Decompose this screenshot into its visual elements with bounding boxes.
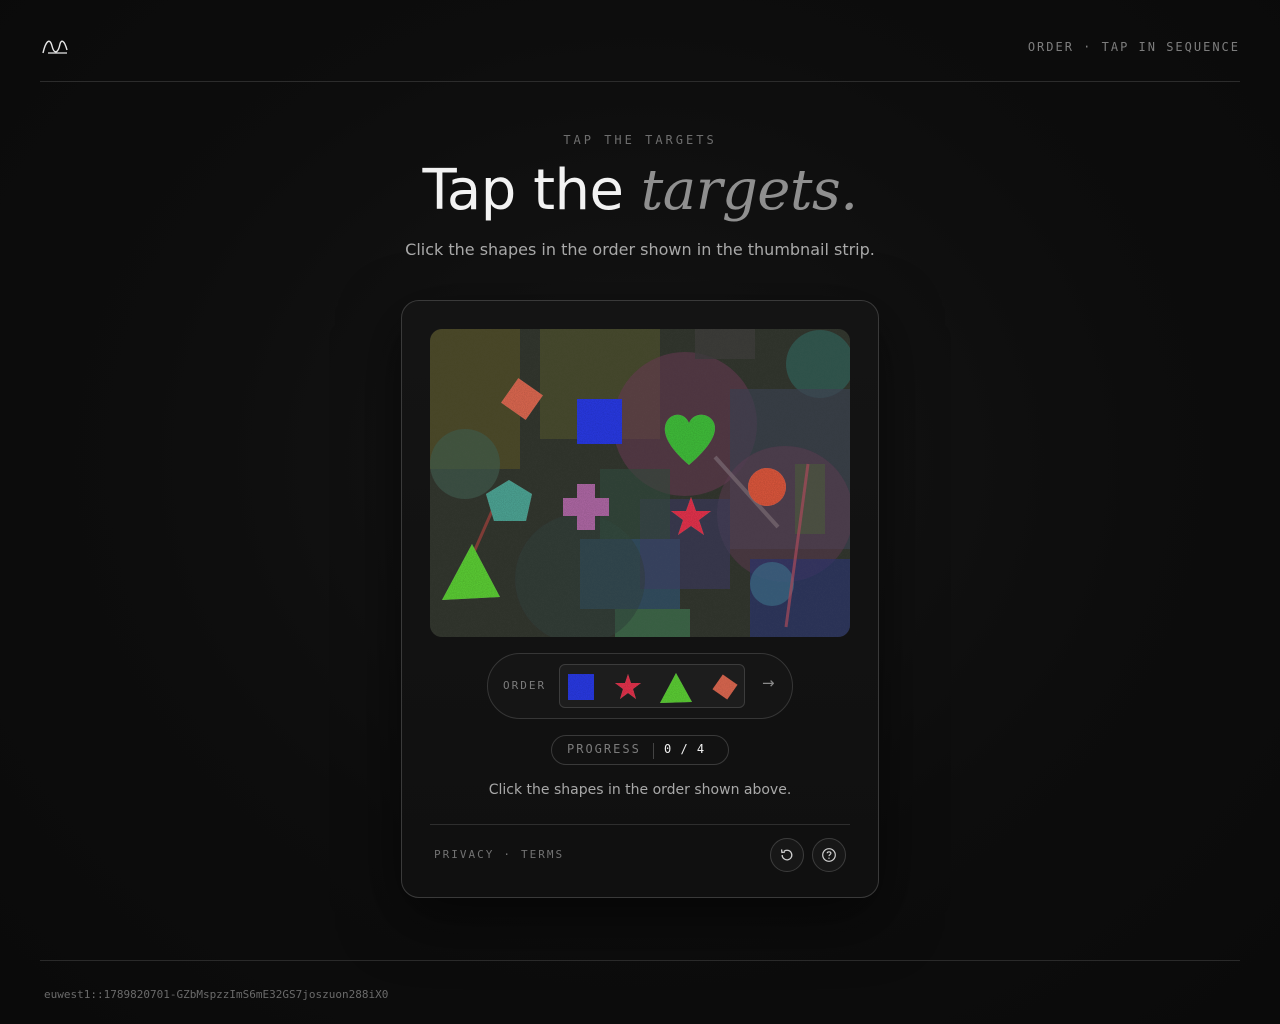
progress-value: 0 / 4: [664, 742, 706, 756]
legal-links: PRIVACY · TERMS: [434, 848, 564, 861]
order-thumb-diamond: [712, 674, 738, 700]
card-divider: [430, 824, 850, 825]
progress-label: PROGRESS: [567, 742, 641, 756]
privacy-link[interactable]: PRIVACY: [434, 848, 494, 861]
page-subtitle: Click the shapes in the order shown in t…: [405, 240, 875, 259]
link-separator: ·: [503, 848, 512, 861]
title-plain: Tap the: [422, 158, 641, 223]
reload-icon: [780, 849, 793, 861]
challenge-canvas[interactable]: [430, 329, 850, 637]
order-thumbnails: [559, 664, 745, 708]
footer-divider: [40, 960, 1240, 961]
wave-logo-icon[interactable]: [42, 36, 68, 56]
instruction-text: Click the shapes in the order shown abov…: [488, 782, 792, 798]
order-thumb-star: [615, 674, 641, 699]
progress-indicator: PROGRESS 0 / 4: [551, 735, 729, 765]
challenge-scene: [430, 329, 850, 637]
order-strip: ORDER →: [487, 653, 793, 719]
eyebrow-label: TAP THE TARGETS: [563, 133, 717, 147]
help-button[interactable]: [812, 838, 846, 872]
session-id: euwest1::1789820701-GZbMspzzImS6mE32GS7j…: [44, 988, 389, 1001]
next-arrow-icon[interactable]: →: [762, 674, 775, 692]
site-header: ORDER · TAP IN SEQUENCE: [40, 0, 1240, 82]
order-label: ORDER: [503, 679, 547, 692]
target-square[interactable]: [577, 399, 622, 444]
progress-separator: [653, 743, 654, 759]
order-thumb-triangle: [660, 673, 692, 703]
help-icon: [822, 848, 836, 862]
terms-link[interactable]: TERMS: [521, 848, 564, 861]
order-thumb-square: [568, 674, 594, 700]
target-circle[interactable]: [748, 468, 786, 506]
reload-button[interactable]: [770, 838, 804, 872]
page-title: Tap the targets.: [0, 158, 1280, 223]
header-tagline: ORDER · TAP IN SEQUENCE: [1027, 40, 1240, 54]
captcha-card: ORDER → PROGRESS 0 / 4 Click the shapes …: [401, 300, 879, 898]
title-accent: targets.: [640, 158, 858, 223]
